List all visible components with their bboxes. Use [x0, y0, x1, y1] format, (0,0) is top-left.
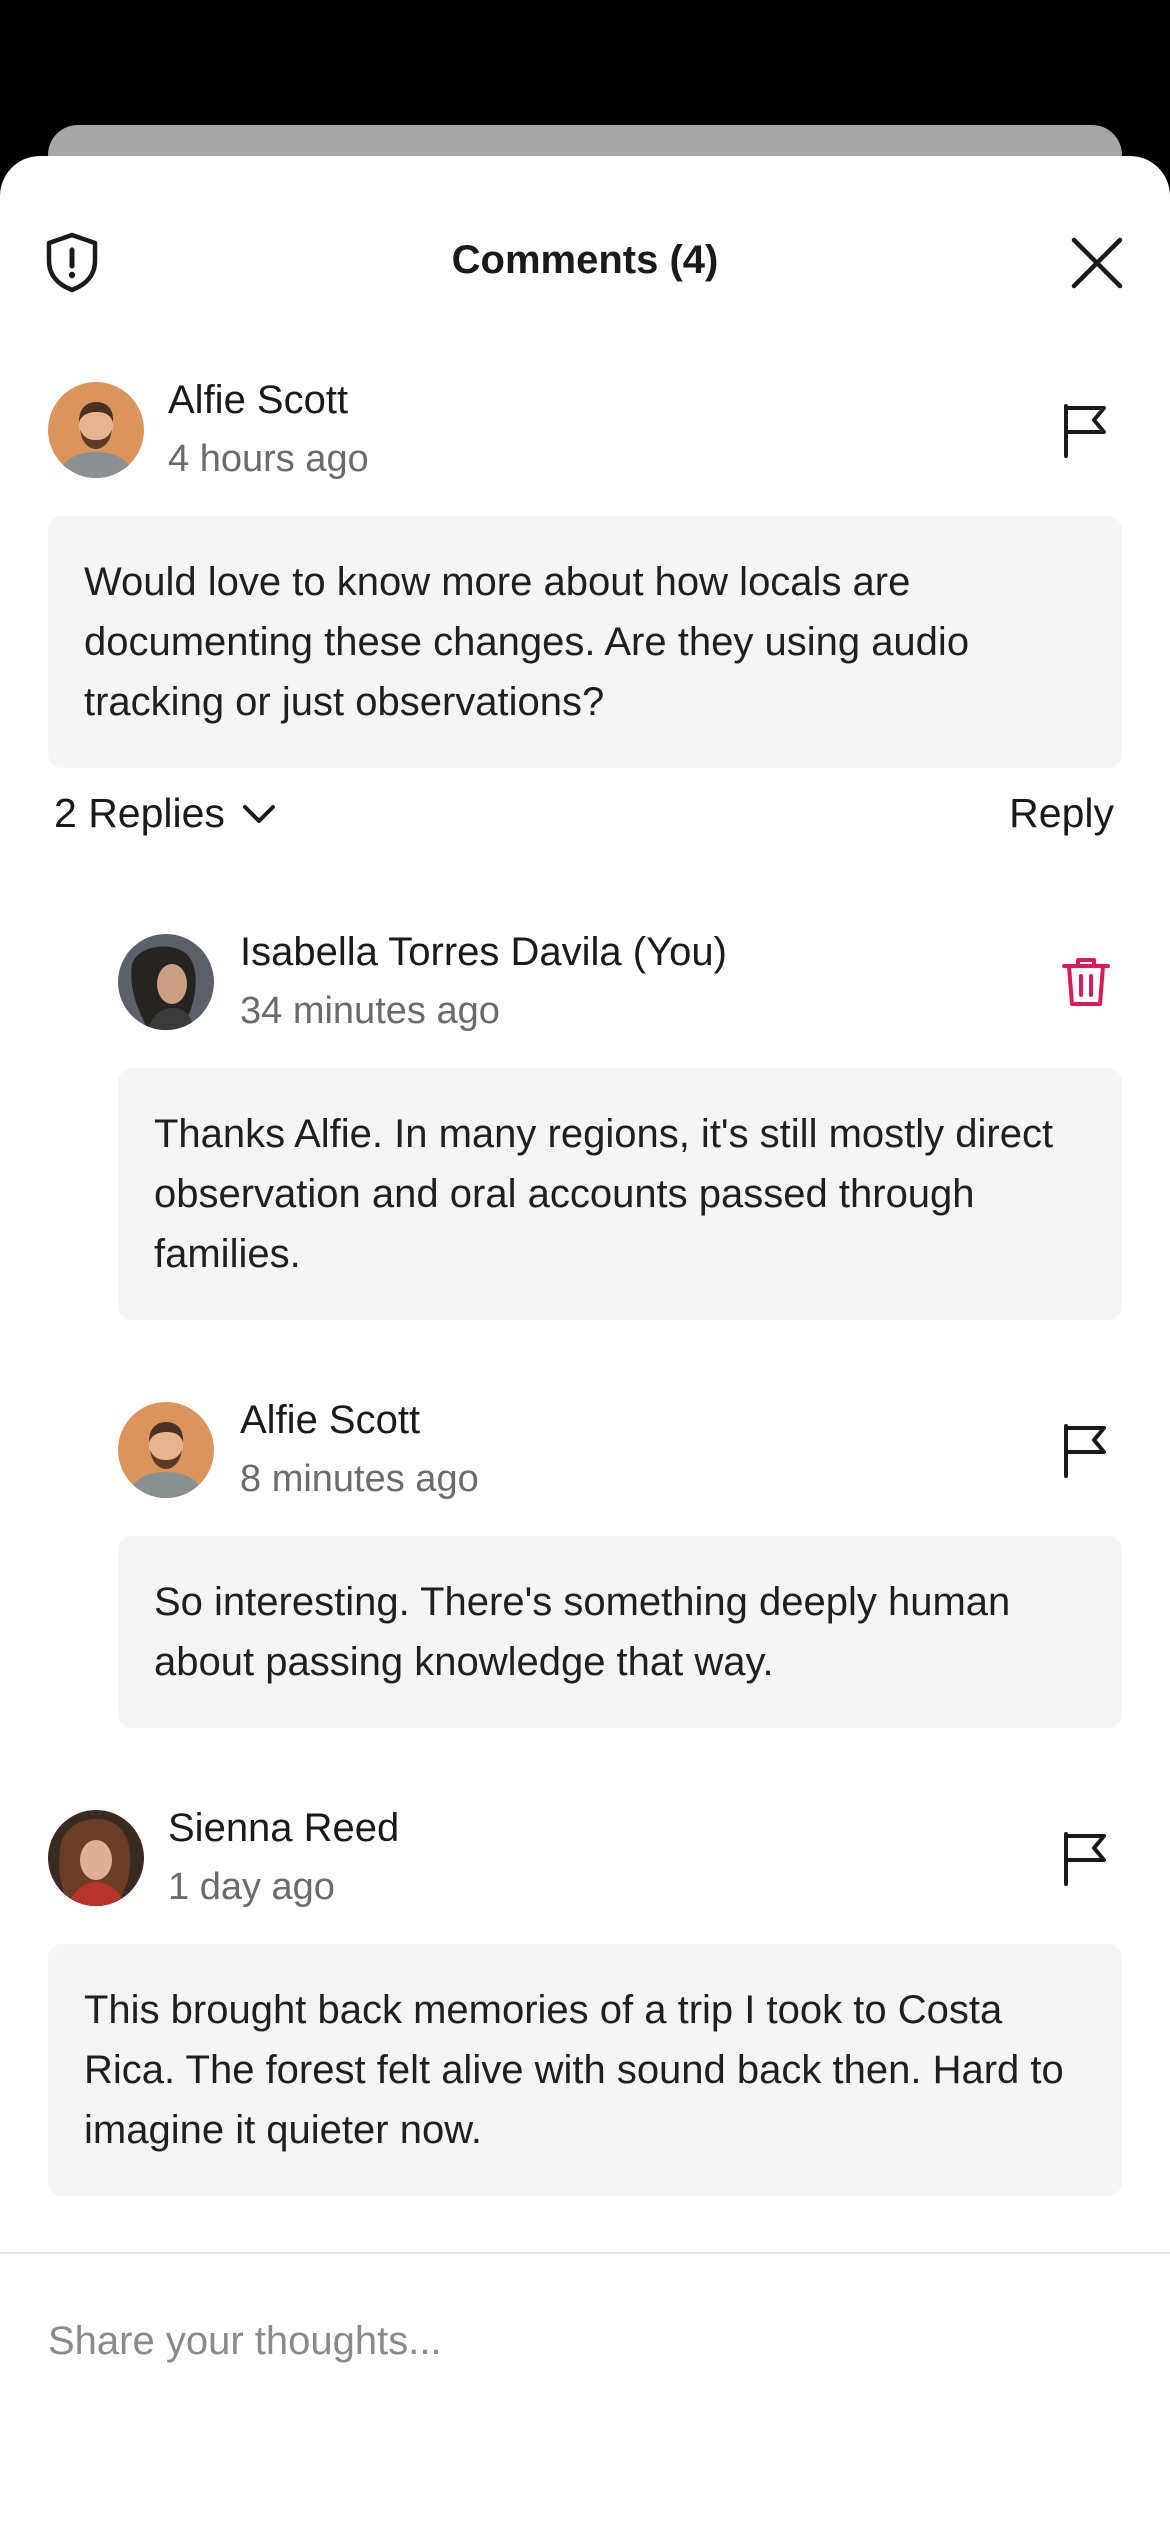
avatar[interactable]: [118, 934, 214, 1030]
reply-time: 34 minutes ago: [240, 990, 500, 1032]
sheet-title: Comments (4): [451, 238, 719, 282]
comment-text: This brought back memories of a trip I t…: [48, 1944, 1122, 2196]
flag-icon[interactable]: [1056, 400, 1116, 460]
comment-time: 1 day ago: [168, 1866, 335, 1908]
reply-author: Alfie Scott: [240, 1398, 421, 1442]
avatar[interactable]: [48, 1810, 144, 1906]
replies-count-label: 2 Replies: [54, 790, 225, 836]
avatar[interactable]: [48, 382, 144, 478]
chevron-down-icon: [242, 804, 275, 823]
replies-toggle[interactable]: 2 Replies: [54, 790, 279, 837]
flag-icon[interactable]: [1056, 1828, 1116, 1888]
avatar[interactable]: [118, 1402, 214, 1498]
comments-sheet: Comments (4) Alfie Scott 4 hours ago Wou…: [0, 156, 1170, 2532]
reply-text: So interesting. There's something deeply…: [118, 1536, 1122, 1728]
reply-author: Isabella Torres Davila (You): [240, 930, 727, 974]
comment-text: Would love to know more about how locals…: [48, 516, 1122, 768]
reply-text: Thanks Alfie. In many regions, it's stil…: [118, 1068, 1122, 1320]
reply-time: 8 minutes ago: [240, 1458, 479, 1500]
reply-button[interactable]: Reply: [1009, 790, 1114, 837]
comment-author: Sienna Reed: [168, 1806, 400, 1850]
trash-icon[interactable]: [1056, 952, 1116, 1012]
composer-divider: [0, 2252, 1170, 2254]
sheet-header: Comments (4): [0, 156, 1170, 356]
comment-author: Alfie Scott: [168, 378, 349, 422]
comment-time: 4 hours ago: [168, 438, 369, 480]
flag-icon[interactable]: [1056, 1420, 1116, 1480]
comment-input[interactable]: [48, 2301, 1122, 2381]
close-icon[interactable]: [1068, 234, 1126, 292]
